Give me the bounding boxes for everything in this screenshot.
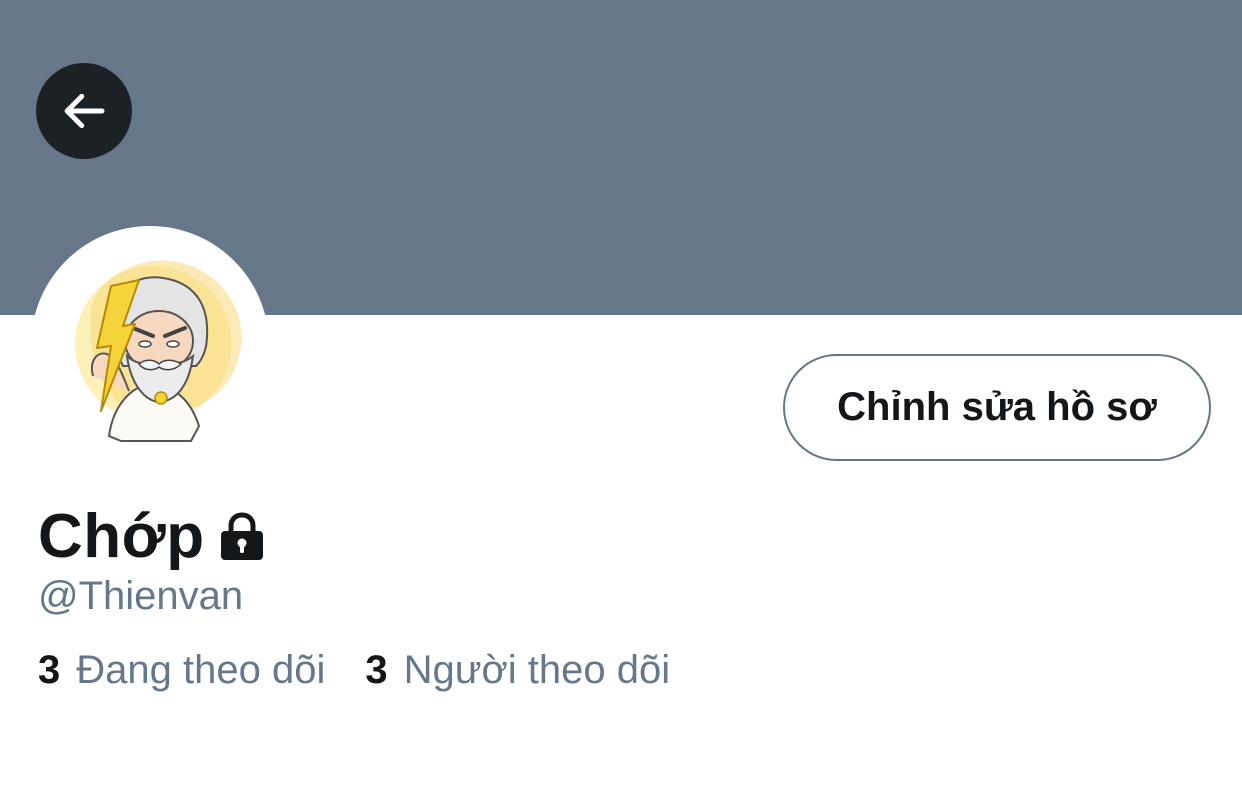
lock-icon [219,511,265,567]
following-count: 3 [38,648,61,692]
arrow-left-icon [64,93,105,129]
followers-count: 3 [365,648,388,692]
followers-stat[interactable]: 3 Người theo dõi [365,648,670,693]
following-stat[interactable]: 3 Đang theo dõi [38,648,325,693]
follow-stats: 3 Đang theo dõi 3 Người theo dõi [38,648,670,693]
avatar[interactable] [31,226,269,464]
avatar-image [75,260,242,442]
followers-label: Người theo dõi [403,648,671,692]
profile-handle: @Thienvan [38,574,244,618]
profile-name-row: Chớp [38,500,265,572]
display-name: Chớp [38,501,205,571]
back-button[interactable] [36,63,132,159]
edit-profile-button[interactable]: Chỉnh sửa hồ sơ [783,354,1211,461]
profile-page: Chỉnh sửa hồ sơ Chớp @Thienvan 3 Đang th… [0,0,1242,786]
following-label: Đang theo dõi [76,648,326,692]
